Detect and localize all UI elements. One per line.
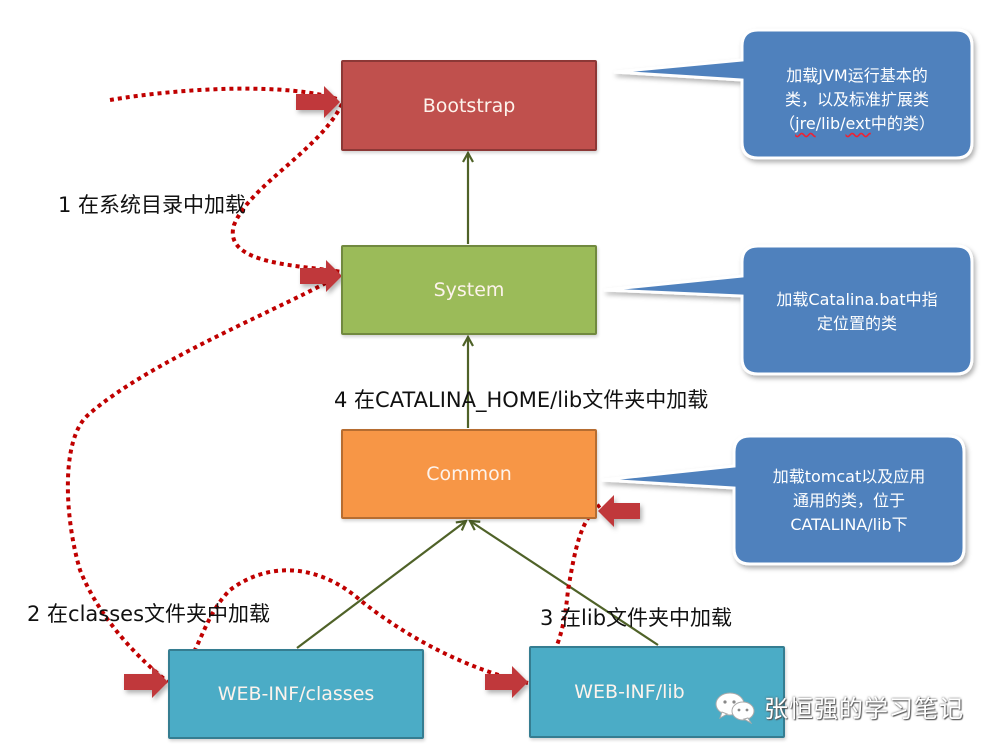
node-bootstrap: Bootstrap (341, 60, 597, 151)
node-common: Common (341, 429, 597, 519)
callout-bootstrap-line3-close: 中的类） (870, 114, 935, 133)
node-common-label: Common (426, 463, 512, 485)
node-bootstrap-label: Bootstrap (422, 94, 516, 117)
node-system-label: System (433, 279, 505, 301)
watermark: 张恒强的学习笔记 (714, 689, 964, 724)
callout-common-line3: CATALINA/lib下 (790, 515, 908, 534)
callout-common-text: 加载tomcat以及应用 通用的类，位于 CATALINA/lib下 (734, 451, 964, 551)
dotted-path-bootstrap-to-system (230, 103, 344, 274)
callout-bootstrap-line3-open: （ (779, 114, 796, 133)
callout-common-line1: 加载tomcat以及应用 (772, 467, 926, 486)
node-webinf-classes-label: WEB-INF/classes (217, 683, 375, 705)
node-webinf-lib-label: WEB-INF/lib (574, 681, 685, 703)
callout-common-line2: 通用的类，位于 (792, 491, 905, 510)
node-system: System (341, 245, 597, 335)
watermark-text: 张恒强的学习笔记 (764, 695, 964, 723)
callout-bootstrap-line3-mid: /lib/ (815, 114, 846, 133)
callout-bootstrap-text: 加载JVM运行基本的 类，以及标准扩展类 （jre/lib/ext中的类） (742, 50, 972, 150)
callout-system-line1: 加载Catalina.bat中指 (776, 290, 938, 309)
edge-classes-to-common (296, 521, 466, 649)
step-label-4: 4 在CATALINA_HOME/lib文件夹中加载 (334, 388, 709, 412)
step-label-3: 3 在lib文件夹中加载 (540, 606, 733, 630)
step-label-2: 2 在classes文件夹中加载 (27, 602, 271, 626)
block-arrow-system (300, 260, 342, 292)
callout-bootstrap-line2: 类，以及标准扩展类 (784, 90, 929, 109)
callout-system-text: 加载Catalina.bat中指 定位置的类 (742, 262, 972, 362)
callout-system-line2: 定位置的类 (816, 314, 897, 333)
callout-bootstrap-jre: jre (795, 114, 816, 133)
callout-bootstrap-line1: 加载JVM运行基本的 (786, 66, 928, 85)
wechat-icon (715, 692, 755, 724)
step-label-1: 1 在系统目录中加载 (58, 193, 247, 217)
callout-bootstrap-line3: （jre/lib/ext中的类） (779, 112, 935, 136)
node-webinf-classes: WEB-INF/classes (168, 649, 424, 739)
block-arrow-common (598, 495, 640, 527)
callout-bootstrap-ext: ext (845, 114, 871, 133)
block-arrow-classes (124, 666, 168, 698)
